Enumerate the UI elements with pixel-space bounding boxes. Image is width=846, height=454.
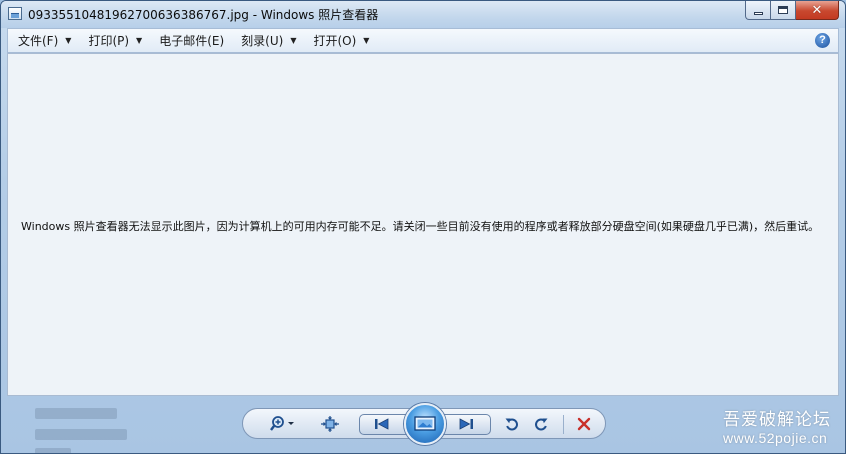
rotate-right-icon: [535, 418, 548, 431]
maximize-button[interactable]: [771, 1, 796, 20]
error-message: Windows 照片查看器无法显示此图片，因为计算机上的可用内存可能不足。请关闭…: [21, 220, 820, 233]
close-button[interactable]: ✕: [796, 1, 839, 20]
menu-print-label: 打印(P): [88, 34, 130, 48]
watermark-url: www.52pojie.cn: [723, 430, 828, 446]
actual-size-button[interactable]: [319, 414, 341, 434]
chevron-down-icon: ▼: [290, 36, 297, 45]
next-icon: [459, 418, 473, 430]
next-button[interactable]: [449, 414, 483, 434]
actual-size-icon: [321, 416, 339, 432]
rotate-left-icon: [505, 418, 518, 431]
close-icon: ✕: [811, 2, 823, 18]
help-icon[interactable]: ?: [815, 33, 830, 48]
chevron-down-icon: ▼: [136, 36, 143, 45]
delete-button[interactable]: [573, 414, 595, 434]
previous-icon: [375, 418, 389, 430]
watermark: 吾爱破解论坛 www.52pojie.cn: [723, 405, 831, 446]
menu-file[interactable]: 文件(F) ▼: [8, 29, 78, 52]
rotate-left-button[interactable]: [501, 414, 523, 434]
slideshow-button[interactable]: [404, 403, 446, 445]
slideshow-icon: [414, 416, 436, 431]
desktop-background-item: [35, 429, 127, 440]
chevron-down-icon: ▼: [363, 36, 370, 45]
photo-viewer-window: 09335510481962700636386767.jpg - Windows…: [0, 0, 846, 454]
zoom-icon: [270, 416, 294, 431]
rotate-right-button[interactable]: [530, 414, 552, 434]
toolbar-separator: [563, 415, 564, 434]
maximize-icon: [778, 6, 788, 14]
chevron-down-icon: ▼: [65, 36, 72, 45]
minimize-icon: [753, 11, 763, 15]
title-bar[interactable]: 09335510481962700636386767.jpg - Windows…: [1, 1, 845, 28]
viewer-toolbar: [242, 403, 606, 445]
photo-viewer-app-icon[interactable]: [8, 7, 22, 20]
menu-open-label: 打开(O): [313, 34, 357, 48]
menu-burn-label: 刻录(U): [241, 34, 284, 48]
watermark-title: 吾爱破解论坛: [723, 410, 831, 430]
desktop-background-item: [35, 448, 71, 453]
menu-file-label: 文件(F): [18, 34, 59, 48]
desktop-background-item: [35, 408, 117, 419]
previous-button[interactable]: [365, 414, 399, 434]
window-title: 09335510481962700636386767.jpg - Windows…: [28, 8, 379, 22]
delete-icon: [577, 417, 591, 431]
menu-open[interactable]: 打开(O) ▼: [303, 29, 376, 52]
zoom-button[interactable]: [267, 414, 301, 434]
menu-email-label: 电子邮件(E): [159, 34, 225, 48]
menu-email[interactable]: 电子邮件(E): [149, 29, 231, 52]
minimize-button[interactable]: [745, 1, 771, 20]
image-display-area: Windows 照片查看器无法显示此图片，因为计算机上的可用内存可能不足。请关闭…: [7, 53, 839, 396]
menu-bar: 文件(F) ▼ 打印(P) ▼ 电子邮件(E) 刻录(U) ▼ 打开(O) ▼ …: [7, 28, 839, 53]
menu-burn[interactable]: 刻录(U) ▼: [231, 29, 303, 52]
menu-print[interactable]: 打印(P) ▼: [78, 29, 149, 52]
caption-buttons: ✕: [745, 1, 839, 20]
